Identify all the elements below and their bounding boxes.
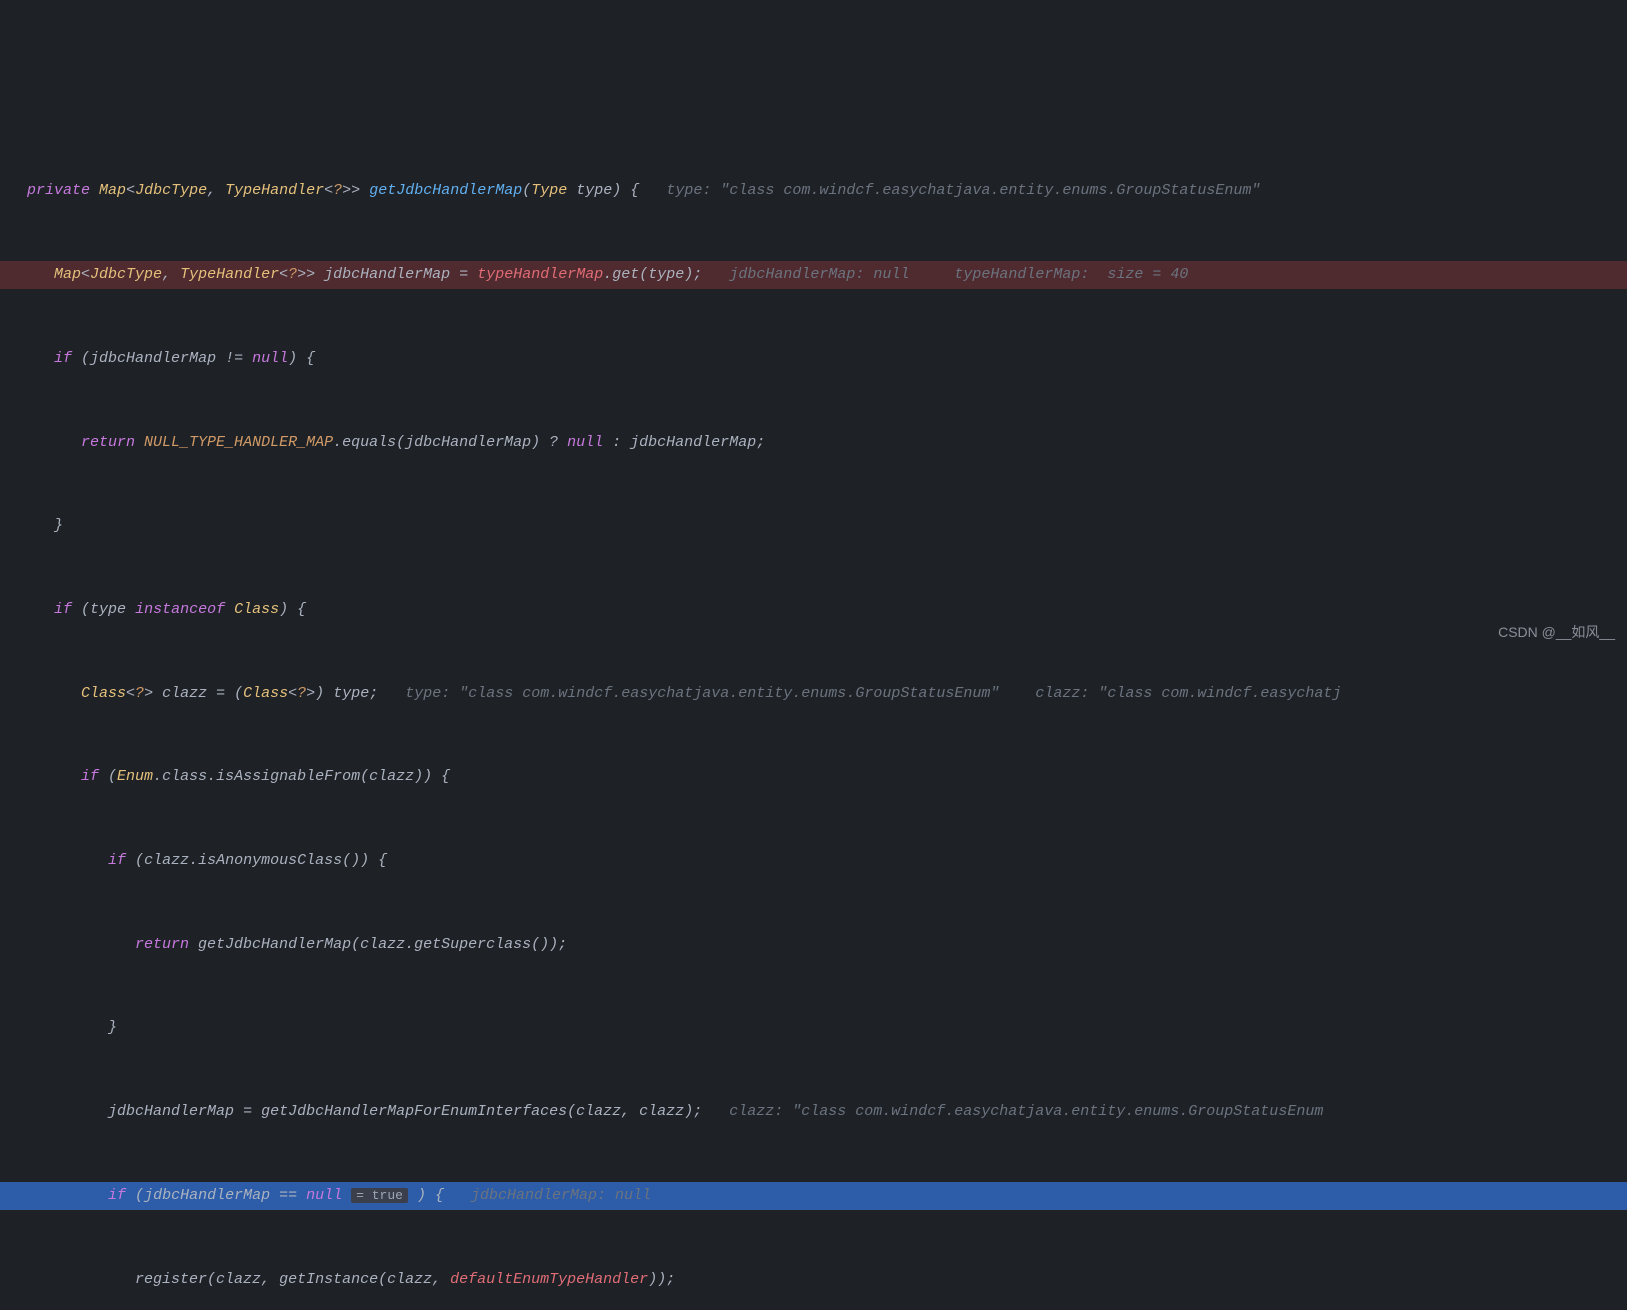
code-editor[interactable]: private Map<JdbcType, TypeHandler<?>> ge…: [0, 112, 1627, 1310]
watermark: CSDN @__如风__: [1498, 619, 1615, 647]
debug-hint-label: type:: [666, 182, 720, 199]
code-line: if (clazz.isAnonymousClass()) {: [0, 847, 1627, 875]
type: JdbcType: [135, 182, 207, 199]
debug-hint-value: size = 40: [1098, 266, 1188, 283]
code-line: }: [0, 512, 1627, 540]
code-line: register(clazz, getInstance(clazz, defau…: [0, 1266, 1627, 1294]
code-line: jdbcHandlerMap = getJdbcHandlerMapForEnu…: [0, 1098, 1627, 1126]
param: type: [576, 182, 612, 199]
type: Type: [531, 182, 567, 199]
code-line: if (type instanceof Class) {: [0, 596, 1627, 624]
code-line-current: if (jdbcHandlerMap == null = true ) { jd…: [0, 1182, 1627, 1210]
type: TypeHandler: [225, 182, 324, 199]
code-line-highlighted: Map<JdbcType, TypeHandler<?>> jdbcHandle…: [0, 261, 1627, 289]
debug-hint-value: "class com.windcf.easychatjava.entity.en…: [720, 182, 1260, 199]
debug-hint-value: null: [873, 266, 909, 283]
code-line: }: [0, 1014, 1627, 1042]
type: Map: [99, 182, 126, 199]
code-line: return getJdbcHandlerMap(clazz.getSuperc…: [0, 931, 1627, 959]
code-line: if (Enum.class.isAssignableFrom(clazz)) …: [0, 763, 1627, 791]
code-line: Class<?> clazz = (Class<?>) type; type: …: [0, 680, 1627, 708]
inlay-hint: = true: [351, 1188, 408, 1203]
debug-hint-label: jdbcHandlerMap:: [729, 266, 873, 283]
code-line: return NULL_TYPE_HANDLER_MAP.equals(jdbc…: [0, 429, 1627, 457]
wildcard: ?: [333, 182, 342, 199]
keyword: private: [27, 182, 90, 199]
code-line: private Map<JdbcType, TypeHandler<?>> ge…: [0, 177, 1627, 205]
method-name: getJdbcHandlerMap: [369, 182, 522, 199]
debug-hint-label: typeHandlerMap:: [954, 266, 1098, 283]
code-line: if (jdbcHandlerMap != null) {: [0, 345, 1627, 373]
